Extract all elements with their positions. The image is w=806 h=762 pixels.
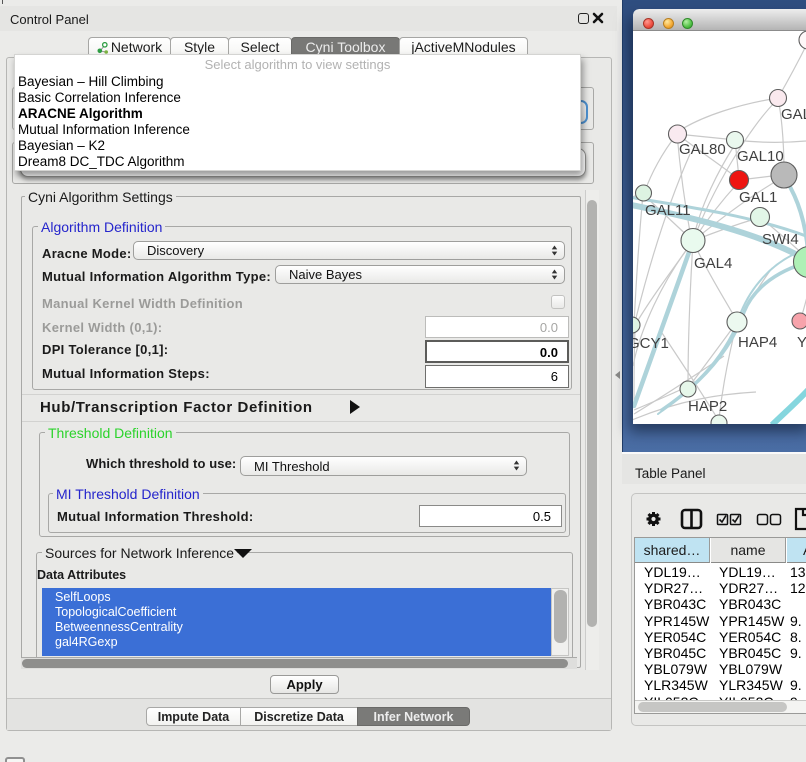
svg-text:HAP2: HAP2 (688, 398, 727, 415)
svg-text:SWI4: SWI4 (762, 231, 799, 248)
svg-text:GAL1: GAL1 (739, 189, 777, 206)
svg-text:GCY1: GCY1 (633, 335, 669, 352)
svg-text:GAL7: GAL7 (781, 106, 806, 123)
svg-text:GAL11: GAL11 (645, 202, 691, 219)
svg-text:HAP4: HAP4 (738, 334, 777, 351)
svg-text:GAL10: GAL10 (737, 148, 784, 165)
svg-text:YM: YM (797, 334, 806, 351)
svg-text:GAL4: GAL4 (694, 255, 732, 272)
svg-text:GAL80: GAL80 (679, 141, 726, 158)
